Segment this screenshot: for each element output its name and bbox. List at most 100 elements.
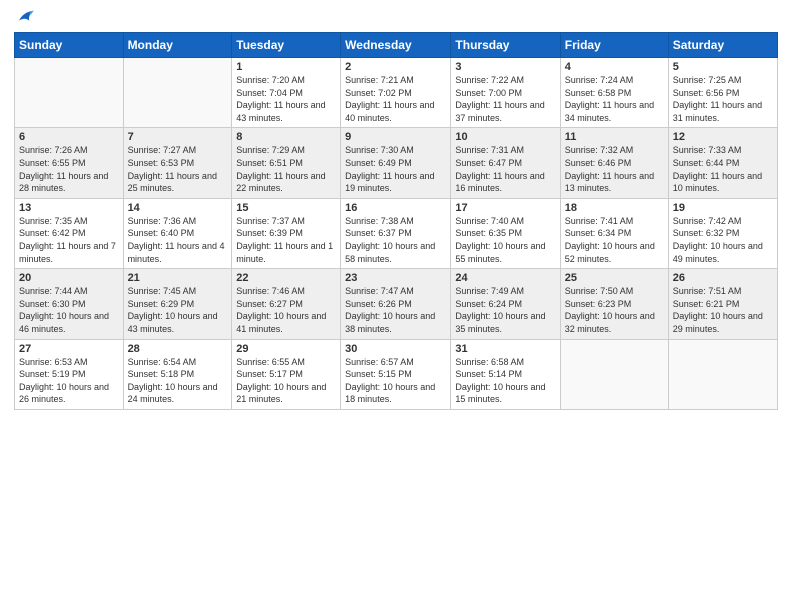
calendar-cell: 30Sunrise: 6:57 AM Sunset: 5:15 PM Dayli…: [341, 339, 451, 409]
day-number: 11: [565, 131, 664, 143]
day-number: 18: [565, 202, 664, 214]
day-number: 30: [345, 343, 446, 355]
calendar-cell: 21Sunrise: 7:45 AM Sunset: 6:29 PM Dayli…: [123, 269, 232, 339]
calendar-cell: 15Sunrise: 7:37 AM Sunset: 6:39 PM Dayli…: [232, 198, 341, 268]
calendar-cell: 19Sunrise: 7:42 AM Sunset: 6:32 PM Dayli…: [668, 198, 777, 268]
calendar-header-row: SundayMondayTuesdayWednesdayThursdayFrid…: [15, 33, 778, 58]
day-info: Sunrise: 7:32 AM Sunset: 6:46 PM Dayligh…: [565, 144, 664, 194]
day-number: 4: [565, 61, 664, 73]
calendar-cell: 8Sunrise: 7:29 AM Sunset: 6:51 PM Daylig…: [232, 128, 341, 198]
day-info: Sunrise: 7:26 AM Sunset: 6:55 PM Dayligh…: [19, 144, 119, 194]
calendar-cell: 1Sunrise: 7:20 AM Sunset: 7:04 PM Daylig…: [232, 58, 341, 128]
calendar-cell: 4Sunrise: 7:24 AM Sunset: 6:58 PM Daylig…: [560, 58, 668, 128]
day-info: Sunrise: 7:40 AM Sunset: 6:35 PM Dayligh…: [455, 215, 555, 265]
day-info: Sunrise: 7:31 AM Sunset: 6:47 PM Dayligh…: [455, 144, 555, 194]
calendar-cell: 16Sunrise: 7:38 AM Sunset: 6:37 PM Dayli…: [341, 198, 451, 268]
day-info: Sunrise: 7:20 AM Sunset: 7:04 PM Dayligh…: [236, 74, 336, 124]
day-number: 5: [673, 61, 773, 73]
day-number: 19: [673, 202, 773, 214]
day-number: 6: [19, 131, 119, 143]
calendar-cell: 12Sunrise: 7:33 AM Sunset: 6:44 PM Dayli…: [668, 128, 777, 198]
day-info: Sunrise: 7:25 AM Sunset: 6:56 PM Dayligh…: [673, 74, 773, 124]
day-info: Sunrise: 7:49 AM Sunset: 6:24 PM Dayligh…: [455, 285, 555, 335]
day-number: 15: [236, 202, 336, 214]
day-number: 2: [345, 61, 446, 73]
calendar-cell: 14Sunrise: 7:36 AM Sunset: 6:40 PM Dayli…: [123, 198, 232, 268]
day-info: Sunrise: 6:55 AM Sunset: 5:17 PM Dayligh…: [236, 356, 336, 406]
day-info: Sunrise: 7:30 AM Sunset: 6:49 PM Dayligh…: [345, 144, 446, 194]
calendar-cell: 26Sunrise: 7:51 AM Sunset: 6:21 PM Dayli…: [668, 269, 777, 339]
weekday-header-saturday: Saturday: [668, 33, 777, 58]
day-info: Sunrise: 7:22 AM Sunset: 7:00 PM Dayligh…: [455, 74, 555, 124]
calendar-week-3: 13Sunrise: 7:35 AM Sunset: 6:42 PM Dayli…: [15, 198, 778, 268]
calendar-cell: 31Sunrise: 6:58 AM Sunset: 5:14 PM Dayli…: [451, 339, 560, 409]
calendar-week-1: 1Sunrise: 7:20 AM Sunset: 7:04 PM Daylig…: [15, 58, 778, 128]
calendar-week-2: 6Sunrise: 7:26 AM Sunset: 6:55 PM Daylig…: [15, 128, 778, 198]
calendar-cell: 6Sunrise: 7:26 AM Sunset: 6:55 PM Daylig…: [15, 128, 124, 198]
weekday-header-thursday: Thursday: [451, 33, 560, 58]
calendar-week-4: 20Sunrise: 7:44 AM Sunset: 6:30 PM Dayli…: [15, 269, 778, 339]
day-number: 3: [455, 61, 555, 73]
weekday-header-friday: Friday: [560, 33, 668, 58]
calendar-cell: [123, 58, 232, 128]
day-number: 16: [345, 202, 446, 214]
day-number: 25: [565, 272, 664, 284]
weekday-header-monday: Monday: [123, 33, 232, 58]
page: SundayMondayTuesdayWednesdayThursdayFrid…: [0, 0, 792, 612]
day-number: 26: [673, 272, 773, 284]
day-info: Sunrise: 7:47 AM Sunset: 6:26 PM Dayligh…: [345, 285, 446, 335]
day-number: 17: [455, 202, 555, 214]
day-number: 31: [455, 343, 555, 355]
day-info: Sunrise: 7:42 AM Sunset: 6:32 PM Dayligh…: [673, 215, 773, 265]
day-info: Sunrise: 7:50 AM Sunset: 6:23 PM Dayligh…: [565, 285, 664, 335]
day-number: 10: [455, 131, 555, 143]
day-info: Sunrise: 7:29 AM Sunset: 6:51 PM Dayligh…: [236, 144, 336, 194]
weekday-header-wednesday: Wednesday: [341, 33, 451, 58]
day-info: Sunrise: 7:44 AM Sunset: 6:30 PM Dayligh…: [19, 285, 119, 335]
day-number: 20: [19, 272, 119, 284]
day-info: Sunrise: 7:46 AM Sunset: 6:27 PM Dayligh…: [236, 285, 336, 335]
weekday-header-sunday: Sunday: [15, 33, 124, 58]
day-number: 22: [236, 272, 336, 284]
day-number: 14: [128, 202, 228, 214]
calendar-week-5: 27Sunrise: 6:53 AM Sunset: 5:19 PM Dayli…: [15, 339, 778, 409]
day-number: 9: [345, 131, 446, 143]
calendar-cell: [15, 58, 124, 128]
day-info: Sunrise: 7:27 AM Sunset: 6:53 PM Dayligh…: [128, 144, 228, 194]
day-number: 13: [19, 202, 119, 214]
day-info: Sunrise: 7:33 AM Sunset: 6:44 PM Dayligh…: [673, 144, 773, 194]
calendar-cell: 25Sunrise: 7:50 AM Sunset: 6:23 PM Dayli…: [560, 269, 668, 339]
day-number: 1: [236, 61, 336, 73]
day-number: 7: [128, 131, 228, 143]
calendar-cell: 18Sunrise: 7:41 AM Sunset: 6:34 PM Dayli…: [560, 198, 668, 268]
day-info: Sunrise: 7:37 AM Sunset: 6:39 PM Dayligh…: [236, 215, 336, 265]
calendar-cell: 27Sunrise: 6:53 AM Sunset: 5:19 PM Dayli…: [15, 339, 124, 409]
day-info: Sunrise: 6:53 AM Sunset: 5:19 PM Dayligh…: [19, 356, 119, 406]
calendar-cell: 23Sunrise: 7:47 AM Sunset: 6:26 PM Dayli…: [341, 269, 451, 339]
day-info: Sunrise: 7:24 AM Sunset: 6:58 PM Dayligh…: [565, 74, 664, 124]
day-number: 24: [455, 272, 555, 284]
day-info: Sunrise: 7:45 AM Sunset: 6:29 PM Dayligh…: [128, 285, 228, 335]
logo-bird-icon: [16, 8, 34, 26]
calendar-table: SundayMondayTuesdayWednesdayThursdayFrid…: [14, 32, 778, 410]
day-number: 27: [19, 343, 119, 355]
calendar-cell: 28Sunrise: 6:54 AM Sunset: 5:18 PM Dayli…: [123, 339, 232, 409]
logo: [14, 10, 34, 26]
day-number: 21: [128, 272, 228, 284]
calendar-cell: 10Sunrise: 7:31 AM Sunset: 6:47 PM Dayli…: [451, 128, 560, 198]
calendar-cell: 9Sunrise: 7:30 AM Sunset: 6:49 PM Daylig…: [341, 128, 451, 198]
day-info: Sunrise: 6:58 AM Sunset: 5:14 PM Dayligh…: [455, 356, 555, 406]
calendar-cell: [668, 339, 777, 409]
calendar-cell: 17Sunrise: 7:40 AM Sunset: 6:35 PM Dayli…: [451, 198, 560, 268]
calendar-cell: 20Sunrise: 7:44 AM Sunset: 6:30 PM Dayli…: [15, 269, 124, 339]
calendar-cell: 22Sunrise: 7:46 AM Sunset: 6:27 PM Dayli…: [232, 269, 341, 339]
calendar-cell: 5Sunrise: 7:25 AM Sunset: 6:56 PM Daylig…: [668, 58, 777, 128]
day-info: Sunrise: 7:41 AM Sunset: 6:34 PM Dayligh…: [565, 215, 664, 265]
calendar-cell: 3Sunrise: 7:22 AM Sunset: 7:00 PM Daylig…: [451, 58, 560, 128]
day-info: Sunrise: 7:36 AM Sunset: 6:40 PM Dayligh…: [128, 215, 228, 265]
calendar-cell: 13Sunrise: 7:35 AM Sunset: 6:42 PM Dayli…: [15, 198, 124, 268]
calendar-cell: 29Sunrise: 6:55 AM Sunset: 5:17 PM Dayli…: [232, 339, 341, 409]
day-info: Sunrise: 6:54 AM Sunset: 5:18 PM Dayligh…: [128, 356, 228, 406]
day-number: 8: [236, 131, 336, 143]
calendar-cell: 2Sunrise: 7:21 AM Sunset: 7:02 PM Daylig…: [341, 58, 451, 128]
